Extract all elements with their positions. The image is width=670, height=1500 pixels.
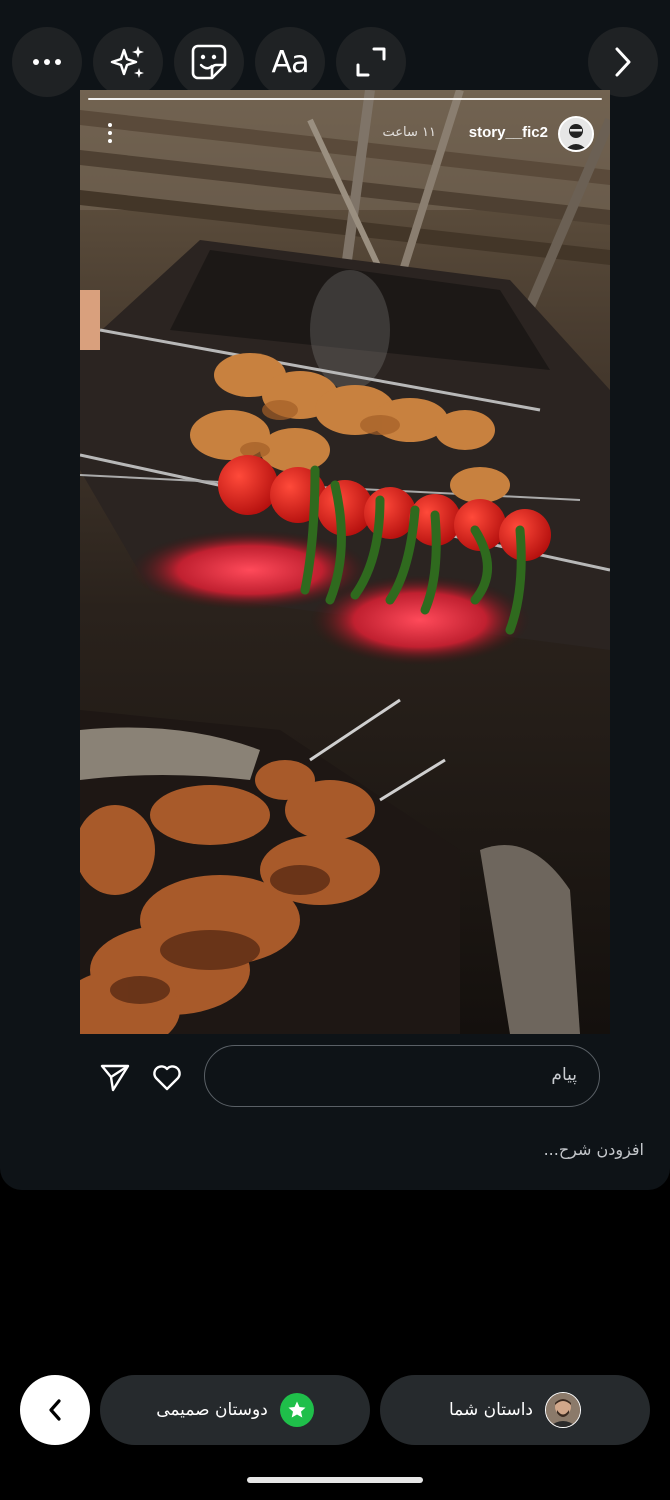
avatar bbox=[545, 1392, 581, 1428]
next-button[interactable] bbox=[588, 27, 658, 97]
close-friends-label: دوستان صمیمی bbox=[156, 1400, 268, 1420]
add-caption-field[interactable]: افزودن شرح... bbox=[544, 1140, 644, 1159]
more-button[interactable] bbox=[12, 27, 82, 97]
home-indicator bbox=[247, 1477, 423, 1483]
resize-button[interactable] bbox=[336, 27, 406, 97]
your-story-label: داستان شما bbox=[449, 1400, 533, 1420]
text-button[interactable]: Aa bbox=[255, 27, 325, 97]
message-placeholder: پیام bbox=[551, 1065, 577, 1085]
text-icon: Aa bbox=[271, 44, 310, 80]
back-button[interactable] bbox=[20, 1375, 90, 1445]
send-icon[interactable] bbox=[98, 1060, 132, 1094]
grill-photo bbox=[80, 90, 610, 1034]
story-time: ۱۱ ساعت bbox=[382, 125, 436, 140]
sticker-button[interactable] bbox=[174, 27, 244, 97]
effects-button[interactable] bbox=[93, 27, 163, 97]
resize-icon bbox=[356, 47, 386, 77]
more-horizontal-icon bbox=[33, 59, 61, 65]
story-username[interactable]: story__fic2 bbox=[469, 124, 548, 141]
story-avatar[interactable] bbox=[558, 116, 594, 152]
story-image: story__fic2 ۱۱ ساعت bbox=[80, 90, 610, 1034]
sticker-icon bbox=[191, 44, 227, 80]
sparkles-icon bbox=[110, 46, 144, 78]
story-header: story__fic2 ۱۱ ساعت bbox=[80, 116, 610, 156]
close-friends-button[interactable]: دوستان صمیمی bbox=[100, 1375, 370, 1445]
star-icon bbox=[279, 1393, 314, 1427]
kebab-icon[interactable] bbox=[106, 122, 114, 144]
reply-row: پیام bbox=[0, 1045, 670, 1107]
story-progress-bar bbox=[88, 98, 602, 100]
chevron-left-icon bbox=[49, 1399, 61, 1421]
message-input[interactable]: پیام bbox=[204, 1045, 600, 1107]
your-story-button[interactable]: داستان شما bbox=[380, 1375, 650, 1445]
chevron-right-icon bbox=[615, 47, 631, 77]
heart-icon[interactable] bbox=[150, 1060, 184, 1094]
